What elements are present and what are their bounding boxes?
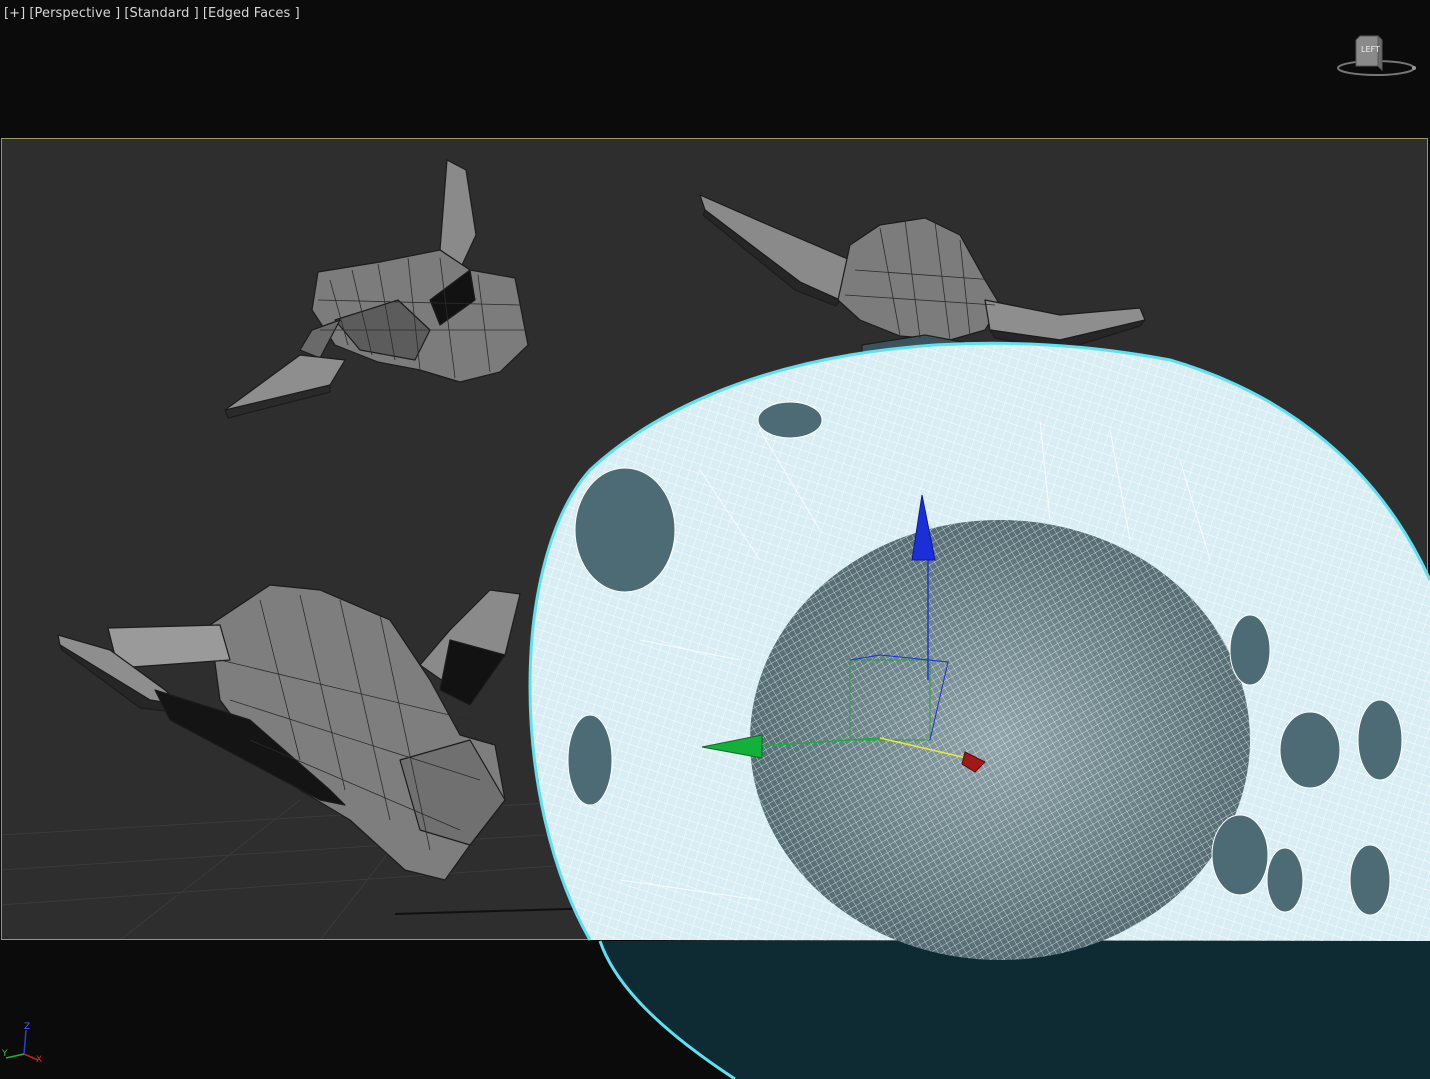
viewport-plus-menu[interactable]: [+] xyxy=(4,6,25,21)
viewport-display-menu[interactable]: [Edged Faces ] xyxy=(203,6,300,21)
axis-y-label: Y xyxy=(2,1049,8,1059)
spaceship-mesh-3[interactable] xyxy=(57,584,521,881)
viewport-scene[interactable]: Z xyxy=(0,0,1430,1079)
gizmo-z-label: Z xyxy=(922,486,929,497)
perspective-viewport[interactable]: Z [+] [Perspective ] [Standard ] [Edged Fac… xyxy=(0,0,1430,1079)
viewport-pov-menu[interactable]: [Perspective ] xyxy=(29,6,120,21)
viewcube[interactable]: LEFT xyxy=(1336,30,1418,80)
axis-x-label: X xyxy=(36,1055,42,1064)
axis-tripod: Z X Y xyxy=(2,1022,42,1064)
viewcube-face-label[interactable]: LEFT xyxy=(1361,45,1380,54)
viewport-label-menu: [+] [Perspective ] [Standard ] [Edged Faces… xyxy=(4,6,304,21)
selected-sphere-object[interactable] xyxy=(528,341,1430,1079)
axis-z-label: Z xyxy=(24,1022,30,1032)
viewport-shading-menu[interactable]: [Standard ] xyxy=(124,6,199,21)
spaceship-mesh-1[interactable] xyxy=(224,159,529,419)
